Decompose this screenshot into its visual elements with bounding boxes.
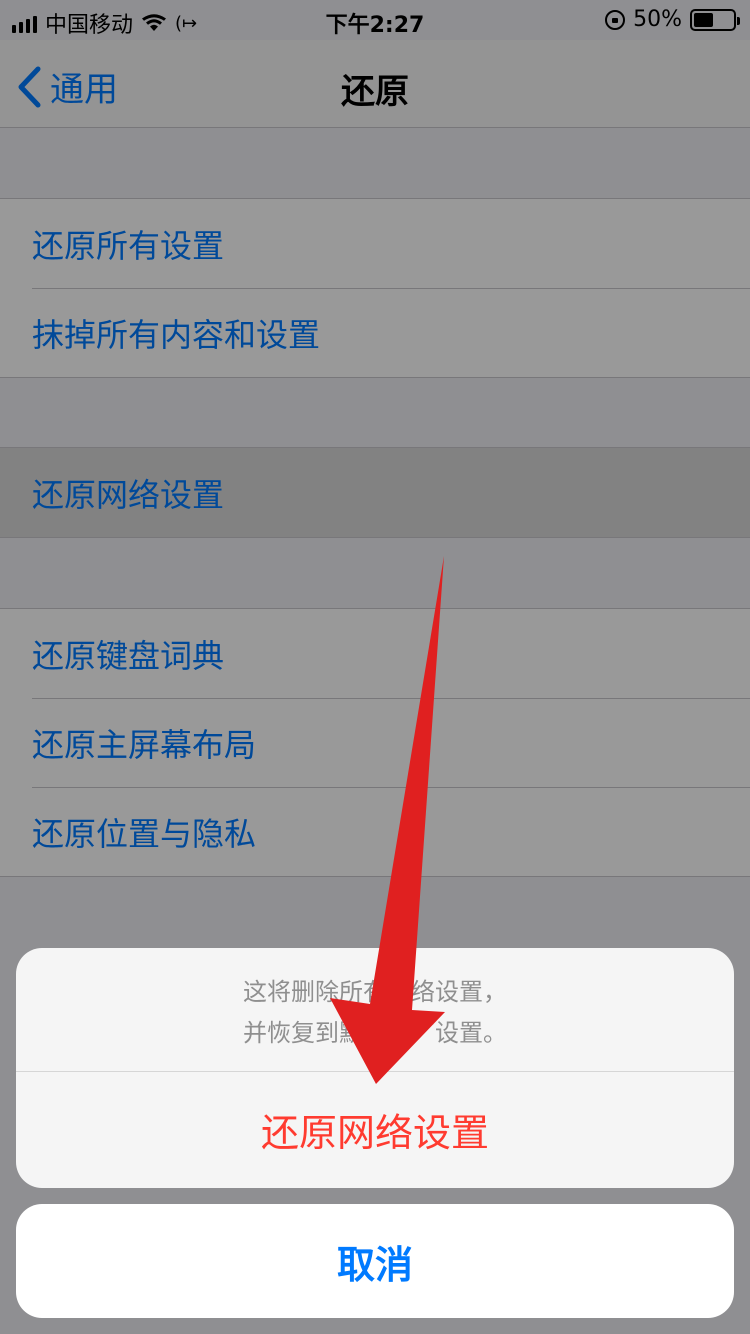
reset-network-settings-button[interactable]: 还原网络设置: [16, 1072, 734, 1186]
action-sheet-message: 这将删除所有网络设置， 并恢复到默认出厂设置。: [16, 948, 734, 1072]
action-sheet: 这将删除所有网络设置， 并恢复到默认出厂设置。 还原网络设置: [16, 948, 734, 1188]
message-line-2: 并恢复到默认出厂设置。: [243, 1018, 507, 1047]
message-line-1: 这将删除所有网络设置，: [243, 977, 507, 1006]
cancel-button[interactable]: 取消: [16, 1204, 734, 1318]
